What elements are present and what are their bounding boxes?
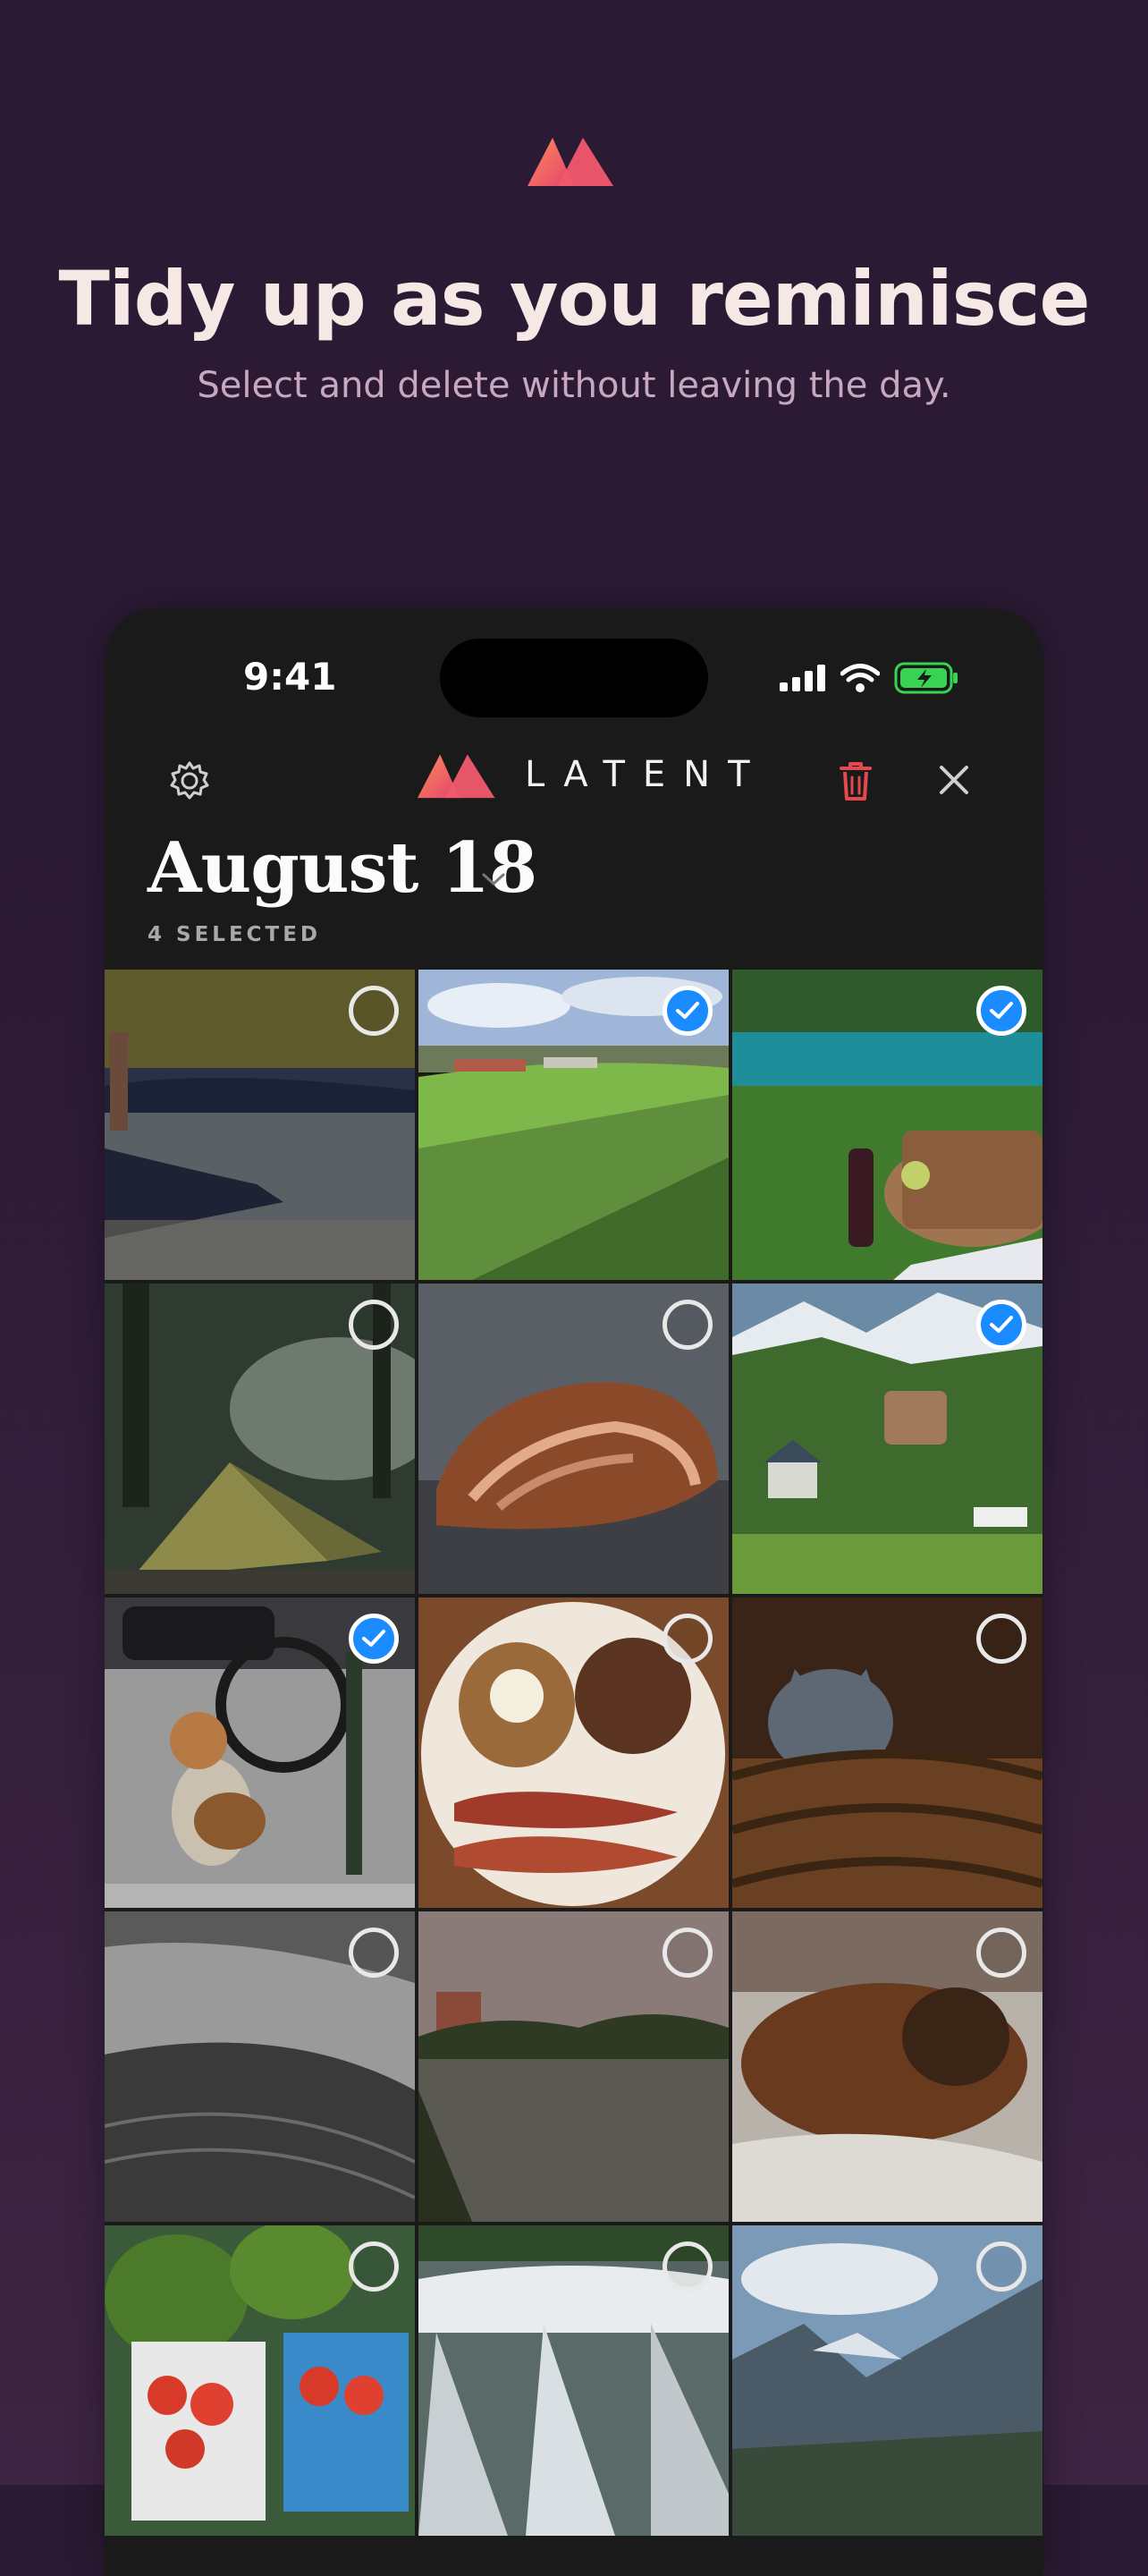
photo-tile[interactable] — [105, 1911, 415, 2222]
cellular-signal-icon — [780, 665, 825, 691]
battery-charging-icon — [894, 662, 958, 694]
photo-tile[interactable] — [105, 1284, 415, 1594]
selection-toggle[interactable] — [976, 2241, 1026, 2292]
selection-toggle[interactable] — [976, 1614, 1026, 1664]
photo-tile[interactable] — [105, 1597, 415, 1908]
brand-name: LATENT — [525, 754, 768, 795]
selection-toggle[interactable] — [976, 986, 1026, 1036]
photo-tile[interactable] — [732, 970, 1042, 1280]
checkmark-icon — [362, 1630, 385, 1647]
selection-toggle[interactable] — [663, 1614, 713, 1664]
wifi-icon — [840, 664, 880, 692]
photo-tile[interactable] — [418, 970, 729, 1280]
latent-logo-icon — [418, 754, 495, 799]
selection-toggle[interactable] — [976, 1928, 1026, 1978]
dynamic-island — [440, 639, 708, 717]
promo-headline: Tidy up as you reminisce — [58, 255, 1091, 343]
promo-subhead: Select and delete without leaving the da… — [197, 365, 951, 406]
selection-toggle[interactable] — [663, 1928, 713, 1978]
chevron-down-icon[interactable] — [480, 870, 507, 888]
selection-toggle[interactable] — [976, 1300, 1026, 1350]
selection-toggle[interactable] — [663, 1300, 713, 1350]
phone-frame: 9:41 LATENT August 18 4 SELECTED — [105, 608, 1043, 2576]
checkmark-icon — [990, 1316, 1013, 1333]
selected-count: 4 SELECTED — [148, 923, 322, 946]
photo-tile[interactable] — [732, 1911, 1042, 2222]
app-brand: LATENT — [418, 750, 768, 800]
selection-toggle[interactable] — [349, 1614, 399, 1664]
delete-button[interactable] — [833, 756, 878, 806]
photo-tile[interactable] — [732, 1284, 1042, 1594]
photo-tile[interactable] — [105, 970, 415, 1280]
selection-toggle[interactable] — [663, 2241, 713, 2292]
photo-tile[interactable] — [105, 2225, 415, 2536]
close-icon — [940, 766, 968, 794]
checkmark-icon — [990, 1002, 1013, 1019]
selection-toggle[interactable] — [349, 1928, 399, 1978]
selection-toggle[interactable] — [349, 2241, 399, 2292]
selection-toggle[interactable] — [663, 986, 713, 1036]
latent-logo-icon — [528, 138, 613, 186]
day-title[interactable]: August 18 — [148, 827, 537, 909]
status-time: 9:41 — [243, 655, 337, 699]
photo-tile[interactable] — [418, 1597, 729, 1908]
photo-tile[interactable] — [418, 2225, 729, 2536]
photo-tile[interactable] — [732, 1597, 1042, 1908]
selection-toggle[interactable] — [349, 1300, 399, 1350]
close-button[interactable] — [934, 760, 974, 800]
photo-tile[interactable] — [732, 2225, 1042, 2536]
trash-icon — [840, 762, 872, 801]
photo-grid — [105, 970, 1043, 2536]
photo-tile[interactable] — [418, 1284, 729, 1594]
checkmark-icon — [676, 1002, 699, 1019]
gear-icon — [170, 761, 209, 800]
selection-toggle[interactable] — [349, 986, 399, 1036]
settings-button[interactable] — [167, 758, 212, 803]
status-icons — [780, 662, 958, 694]
photo-tile[interactable] — [418, 1911, 729, 2222]
